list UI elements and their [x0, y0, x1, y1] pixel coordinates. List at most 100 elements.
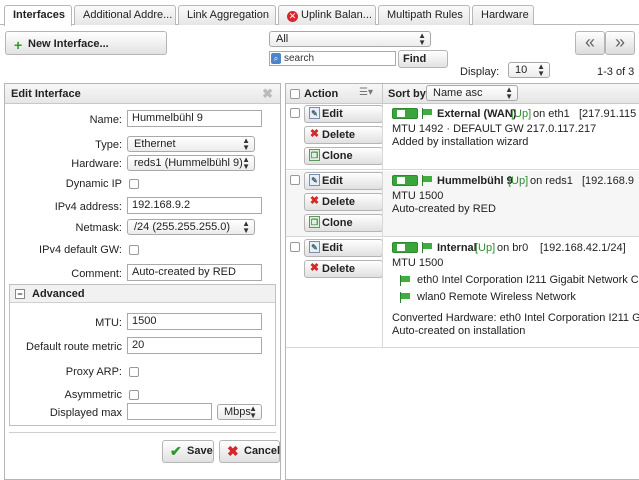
comment-label: Comment: — [71, 268, 122, 280]
advanced-title: Advanced — [32, 288, 85, 300]
search-icon: ⌕ — [271, 53, 281, 64]
tab-interfaces[interactable]: Interfaces — [4, 5, 72, 26]
clone-button[interactable]: ❐ Clone — [304, 147, 383, 165]
row-checkbox[interactable] — [290, 175, 300, 185]
dynamic-ip-checkbox[interactable] — [129, 179, 139, 189]
unit-select[interactable]: Mbps ▲ ▼ — [217, 404, 262, 420]
column-menu-icon[interactable]: ☰▾ — [359, 87, 373, 98]
row-checkbox[interactable] — [290, 242, 300, 252]
interface-row-internal: ✎ Edit ✖ Delete Internal [Up] on br0 [192.… — [286, 238, 639, 348]
select-all-checkbox[interactable] — [290, 89, 300, 99]
select-arrows-icon: ▲ ▼ — [505, 85, 513, 101]
sort-by-select[interactable]: Name asc ▲ ▼ — [426, 85, 518, 101]
plus-icon: + — [14, 37, 23, 53]
interface-address: [192.168.9 — [582, 175, 634, 187]
interface-name: External (WAN) — [437, 108, 517, 120]
interface-details: MTU 1500 — [392, 190, 444, 202]
hardware-label: Hardware: — [71, 158, 122, 170]
hardware-select[interactable]: reds1 (Hummelbühl 9) ▲ ▼ — [127, 155, 255, 171]
tab-uplink-balancing[interactable]: ✕ Uplink Balan... — [278, 5, 376, 25]
delete-button[interactable]: ✖ Delete — [304, 260, 383, 278]
type-value: Ethernet — [134, 138, 176, 150]
interface-comment: Added by installation wizard — [392, 136, 529, 148]
tab-multipath-rules[interactable]: Multipath Rules — [378, 5, 470, 25]
interface-hardware: on br0 — [497, 242, 529, 254]
enable-toggle[interactable] — [392, 175, 418, 186]
flag-icon — [421, 108, 433, 119]
asymmetric-checkbox[interactable] — [129, 390, 139, 400]
comment-input[interactable]: Auto-created by RED — [127, 264, 262, 281]
edit-label: Edit — [322, 108, 343, 120]
netmask-select[interactable]: /24 (255.255.255.0) ▲ ▼ — [127, 219, 255, 235]
enable-toggle[interactable] — [392, 242, 418, 253]
next-page-button[interactable]: » — [605, 31, 635, 55]
interface-hardware: on reds1 — [530, 175, 573, 187]
display-select[interactable]: 10 ▲ ▼ — [508, 62, 550, 78]
edit-button[interactable]: ✎ Edit — [304, 172, 383, 190]
sort-by-value: Name asc — [433, 87, 483, 99]
route-metric-label: Default route metric — [26, 341, 122, 353]
delete-button[interactable]: ✖ Delete — [304, 193, 383, 211]
save-button[interactable]: ✔ Save — [162, 440, 214, 463]
cancel-label: Cancel — [244, 445, 281, 457]
interface-row-hummelbuehl: ✎ Edit ✖ Delete ❐ Clone Hummelbühl 9 [Up] o… — [286, 171, 639, 237]
divider — [382, 104, 383, 170]
clone-label: Clone — [322, 217, 353, 229]
collapse-icon[interactable]: − — [15, 289, 25, 299]
edit-icon: ✎ — [309, 174, 320, 186]
interface-hardware: on eth1 — [533, 108, 570, 120]
name-input[interactable]: Hummelbühl 9 — [127, 110, 262, 127]
delete-icon: ✖ — [309, 262, 320, 274]
type-label: Type: — [95, 139, 122, 151]
interfaces-list: Action ☰▾ Sort by: Name asc ▲ ▼ ✎ Edit ✖ De… — [285, 83, 639, 480]
new-interface-label: New Interface... — [28, 38, 109, 50]
check-icon: ✔ — [170, 443, 182, 459]
action-column-header: Action — [304, 88, 339, 100]
cancel-button[interactable]: ✖ Cancel — [219, 440, 280, 463]
tab-uplink-label: Uplink Balan... — [301, 9, 372, 21]
tab-link-aggregation[interactable]: Link Aggregation — [178, 5, 276, 25]
ipv4-label: IPv4 address: — [54, 201, 122, 213]
sort-by-label: Sort by: — [388, 88, 430, 100]
advanced-header[interactable]: − Advanced — [10, 285, 275, 303]
tab-hardware[interactable]: Hardware — [472, 5, 534, 25]
clone-button[interactable]: ❐ Clone — [304, 214, 383, 232]
interface-comment: Auto-created by RED — [392, 203, 496, 215]
edit-button[interactable]: ✎ Edit — [304, 105, 383, 123]
edit-button[interactable]: ✎ Edit — [304, 239, 383, 257]
route-metric-input[interactable]: 20 — [127, 337, 262, 354]
ipv4-input[interactable]: 192.168.9.2 — [127, 197, 262, 214]
pagination-range: 1-3 of 3 — [597, 66, 635, 78]
default-gw-checkbox[interactable] — [129, 245, 139, 255]
delete-label: Delete — [322, 196, 356, 208]
interface-comment: Auto-created on installation — [392, 325, 526, 337]
delete-icon: ✖ — [309, 128, 320, 140]
new-interface-button[interactable]: + New Interface... — [5, 31, 167, 55]
asymmetric-label: Asymmetric — [64, 389, 122, 401]
find-button[interactable]: Find — [398, 50, 448, 68]
clone-label: Clone — [322, 150, 353, 162]
row-checkbox[interactable] — [290, 108, 300, 118]
dynamic-ip-label: Dynamic IP — [65, 178, 122, 190]
interface-row-external: ✎ Edit ✖ Delete ❐ Clone External (WAN) [Up]… — [286, 104, 639, 170]
displayed-max-input[interactable] — [127, 403, 212, 420]
tab-additional-addresses[interactable]: Additional Addre... — [74, 5, 176, 25]
search-input[interactable]: ⌕ search — [269, 51, 396, 66]
status-badge: [Up] — [475, 242, 496, 254]
enable-toggle[interactable] — [392, 108, 418, 119]
mtu-input[interactable]: 1500 — [127, 313, 262, 330]
unit-value: Mbps — [224, 406, 251, 418]
delete-button[interactable]: ✖ Delete — [304, 126, 383, 144]
delete-label: Delete — [322, 263, 356, 275]
edit-icon: ✎ — [309, 107, 320, 119]
filter-select[interactable]: All ▲ ▼ — [269, 31, 431, 47]
proxy-arp-label: Proxy ARP: — [65, 366, 122, 378]
displayed-max-label: Displayed max — [49, 407, 122, 419]
prev-page-button[interactable]: « — [575, 31, 605, 55]
netmask-label: Netmask: — [75, 222, 122, 234]
name-label: Name: — [89, 114, 122, 126]
select-arrows-icon: ▲ ▼ — [537, 62, 545, 78]
proxy-arp-checkbox[interactable] — [129, 367, 139, 377]
close-icon[interactable]: ✖ — [262, 86, 273, 102]
type-select[interactable]: Ethernet ▲ ▼ — [127, 136, 255, 152]
